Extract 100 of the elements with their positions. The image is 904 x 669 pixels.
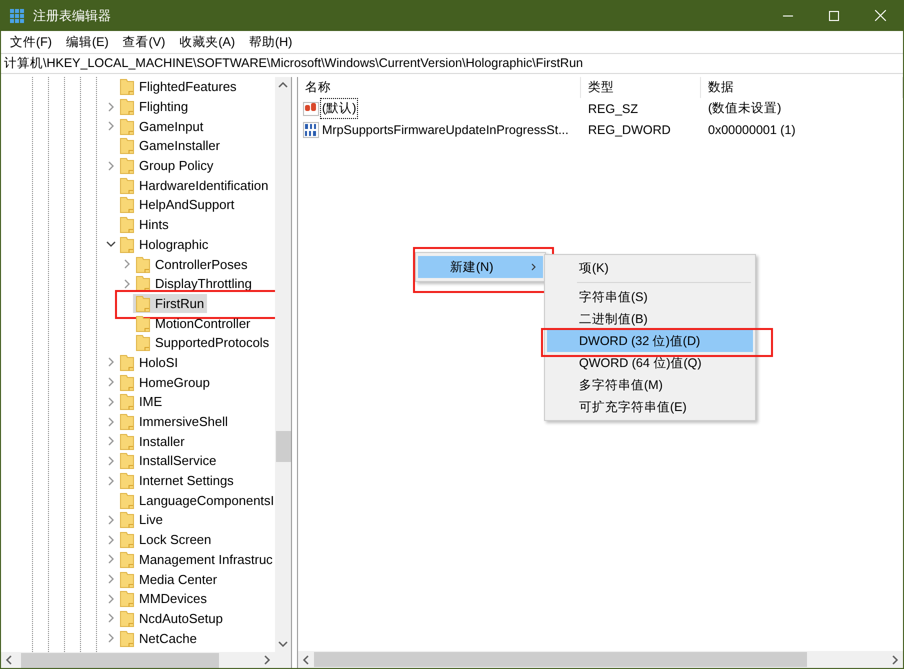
- folder-icon: [120, 118, 134, 135]
- folder-icon: [120, 511, 134, 528]
- tree-node[interactable]: Management Infrastruc: [117, 550, 275, 569]
- column-header[interactable]: 名称: [298, 77, 581, 98]
- menu-item[interactable]: 查看(V): [116, 34, 172, 50]
- string-value-icon: [303, 100, 319, 116]
- tree-node[interactable]: HomeGroup: [117, 372, 213, 392]
- value-name[interactable]: (默认): [321, 99, 358, 118]
- tree-node[interactable]: FlightedFeatures: [117, 77, 240, 96]
- folder-icon: [120, 550, 134, 568]
- folder-icon: [120, 590, 134, 608]
- tree-node[interactable]: IME: [117, 392, 166, 412]
- folder-icon: [120, 413, 134, 430]
- tree-node[interactable]: MotionController: [133, 314, 254, 333]
- chevron-right-icon[interactable]: [107, 534, 115, 545]
- menu-item[interactable]: 可扩充字符串值(E): [547, 396, 753, 418]
- folder-icon: [120, 196, 134, 214]
- tree-node[interactable]: HelpAndSupport: [117, 195, 238, 214]
- menu-item[interactable]: 文件(F): [3, 34, 59, 50]
- chevron-right-icon[interactable]: [123, 278, 131, 289]
- tree-node[interactable]: Group Policy: [117, 156, 216, 176]
- tree-node[interactable]: Lock Screen: [117, 530, 214, 550]
- tree-node[interactable]: Live: [117, 510, 166, 530]
- folder-icon: [120, 137, 134, 154]
- chevron-right-icon[interactable]: [107, 357, 115, 368]
- tree-node[interactable]: FirstRun: [133, 294, 208, 313]
- tree-node[interactable]: LanguageComponentsI: [117, 490, 275, 510]
- binary-value-icon: [303, 122, 319, 138]
- value-data: 0x00000001 (1): [707, 122, 797, 136]
- tree-node[interactable]: HardwareIdentification: [117, 176, 272, 195]
- value-data: (数值未设置): [707, 100, 782, 117]
- tree-node[interactable]: MMDevices: [117, 589, 210, 608]
- menu-item[interactable]: DWORD (32 位)值(D): [547, 330, 753, 352]
- tree-node[interactable]: Hints: [117, 215, 172, 234]
- menu-item[interactable]: 字符串值(S): [547, 286, 753, 308]
- menu-item[interactable]: 二进制值(B): [547, 308, 753, 330]
- chevron-right-icon[interactable]: [107, 476, 115, 486]
- folder-icon: [120, 78, 134, 96]
- tree-node[interactable]: GameInput: [117, 116, 206, 136]
- app-icon: [10, 8, 25, 23]
- value-name[interactable]: MrpSupportsFirmwareUpdateInProgressSt...: [321, 122, 570, 138]
- chevron-right-icon[interactable]: [107, 102, 115, 112]
- menu-item[interactable]: 编辑(E): [58, 34, 116, 50]
- tree-node[interactable]: HoloSI: [117, 352, 182, 372]
- chevron-right-icon[interactable]: [107, 594, 115, 604]
- column-header[interactable]: 类型: [581, 77, 701, 98]
- tree-node[interactable]: NcdAutoSetup: [117, 608, 226, 628]
- window-title: 注册表编辑器: [33, 6, 112, 24]
- chevron-right-icon[interactable]: [107, 436, 115, 446]
- tree-node[interactable]: Holographic: [117, 234, 212, 254]
- scroll-thumb[interactable]: [314, 652, 807, 667]
- folder-icon: [120, 531, 134, 548]
- tree-node[interactable]: NetCache: [117, 628, 200, 648]
- chevron-right-icon[interactable]: [107, 574, 115, 584]
- maximize-icon: [829, 10, 839, 20]
- tree-node[interactable]: DisplayThrottling: [133, 274, 255, 294]
- menu-item[interactable]: 多字符串值(M): [547, 374, 753, 396]
- folder-icon: [120, 354, 134, 371]
- chevron-right-icon[interactable]: [123, 259, 131, 270]
- value-type: REG_SZ: [587, 102, 640, 116]
- tree-node[interactable]: Internet Settings: [117, 471, 237, 490]
- tree-node[interactable]: InstallService: [117, 451, 220, 470]
- chevron-right-icon[interactable]: [107, 121, 115, 132]
- column-header[interactable]: 数据: [701, 77, 903, 98]
- horizontal-scrollbar[interactable]: [298, 651, 903, 668]
- tree-node[interactable]: SupportedProtocols: [133, 333, 272, 352]
- scroll-thumb[interactable]: [276, 431, 290, 462]
- folder-icon: [136, 334, 150, 352]
- chevron-right-icon[interactable]: [107, 377, 115, 388]
- chevron-right-icon[interactable]: [107, 554, 115, 564]
- scroll-thumb[interactable]: [21, 652, 219, 668]
- tree-node[interactable]: GameInstaller: [117, 136, 223, 156]
- folder-icon: [120, 374, 134, 391]
- tree-node[interactable]: Installer: [117, 432, 188, 451]
- folder-icon: [120, 610, 134, 627]
- tree-node[interactable]: Media Center: [117, 570, 220, 589]
- chevron-right-icon[interactable]: [107, 160, 115, 171]
- folder-icon: [136, 256, 150, 273]
- folder-icon: [136, 314, 150, 332]
- folder-icon: [120, 98, 134, 116]
- tree-node[interactable]: ControllerPoses: [133, 254, 250, 274]
- folder-icon: [120, 393, 134, 410]
- horizontal-scrollbar[interactable]: [1, 652, 275, 668]
- menu-item[interactable]: 新建(N): [418, 256, 543, 278]
- chevron-right-icon[interactable]: [107, 613, 115, 624]
- chevron-right-icon[interactable]: [107, 633, 115, 644]
- tree-node[interactable]: Flighting: [117, 97, 192, 116]
- address-bar[interactable]: 计算机\HKEY_LOCAL_MACHINE\SOFTWARE\Microsoft\Windows\CurrentVersion\Holographic\FirstRun: [1, 53, 903, 74]
- menu-item[interactable]: QWORD (64 位)值(Q): [547, 352, 753, 374]
- menu-item[interactable]: 项(K): [547, 257, 753, 279]
- chevron-down-icon[interactable]: [106, 240, 116, 248]
- chevron-right-icon[interactable]: [107, 514, 115, 525]
- menu-item[interactable]: 帮助(H): [242, 34, 300, 50]
- chevron-right-icon[interactable]: [107, 396, 115, 407]
- tree-node[interactable]: ImmersiveShell: [117, 412, 231, 432]
- chevron-right-icon[interactable]: [107, 456, 115, 466]
- chevron-right-icon[interactable]: [107, 416, 115, 427]
- menu-item[interactable]: 收藏夹(A): [172, 34, 242, 50]
- vertical-scrollbar[interactable]: [275, 77, 291, 652]
- folder-icon: [120, 157, 134, 174]
